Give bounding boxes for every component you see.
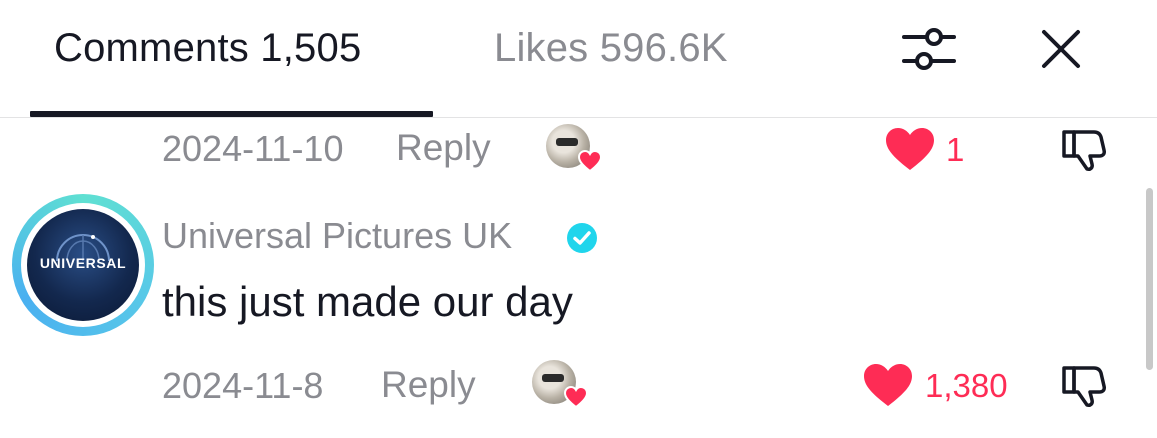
like-button[interactable] [862, 362, 914, 408]
heart-icon [578, 150, 602, 172]
creator-liked-indicator [546, 124, 606, 174]
heart-icon [886, 128, 934, 170]
filter-button[interactable] [902, 24, 956, 74]
like-count: 1 [946, 131, 965, 168]
tab-comments[interactable]: Comments 1,505 [54, 26, 361, 71]
dislike-button[interactable] [1060, 364, 1108, 408]
tab-likes[interactable]: Likes 596.6K [494, 26, 728, 71]
dislike-button[interactable] [1060, 128, 1108, 172]
heart-icon [864, 364, 912, 406]
heart-icon [564, 386, 588, 408]
like-button[interactable] [884, 126, 936, 172]
avatar[interactable]: UNIVERSAL [27, 209, 139, 321]
avatar-logo-text: UNIVERSAL [39, 255, 127, 271]
close-icon [1042, 30, 1080, 68]
header-divider [0, 117, 1157, 118]
thumbs-down-icon [1062, 130, 1106, 171]
verified-badge [566, 222, 598, 254]
thumbs-down-icon [1062, 366, 1106, 407]
creator-liked-indicator [532, 360, 592, 410]
comment-author[interactable]: Universal Pictures UK [162, 215, 512, 257]
reply-button[interactable]: Reply [381, 364, 476, 406]
comment-text: this just made our day [162, 278, 573, 325]
verified-badge-icon [567, 223, 597, 253]
close-button[interactable] [1040, 28, 1082, 70]
like-count: 1,380 [925, 367, 1008, 404]
scrollbar[interactable] [1146, 188, 1153, 370]
comment-date: 2024-11-8 [162, 365, 324, 406]
comment-date: 2024-11-10 [162, 128, 344, 169]
reply-button[interactable]: Reply [396, 127, 491, 169]
sliders-icon [902, 28, 956, 70]
